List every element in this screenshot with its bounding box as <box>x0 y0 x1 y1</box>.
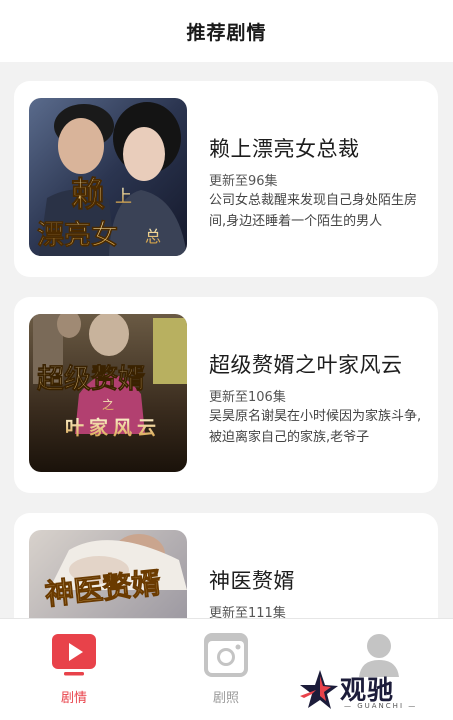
tab-stills[interactable]: 剧照 <box>186 631 266 711</box>
tab-drama[interactable]: 剧情 <box>34 631 114 711</box>
poster-title-text: 超级赘婿 <box>37 363 145 395</box>
watermark-subtext: — GUANCHI — <box>344 702 418 710</box>
page-title: 推荐剧情 <box>186 21 267 44</box>
drama-poster[interactable]: 赖 上 漂亮女 总 <box>29 98 187 256</box>
episode-count: 更新至111集 <box>209 606 286 618</box>
drama-card[interactable]: 赖 上 漂亮女 总 赖上漂亮女总裁 更新至96集 公司女总裁醒来发现自己身处陌生… <box>14 81 438 277</box>
svg-text:上: 上 <box>115 187 132 207</box>
drama-card[interactable]: 神医赘婿 神医赘婿 更新至111集 <box>14 513 438 618</box>
watermark-logo: 观驰 — GUANCHI — <box>298 668 418 714</box>
tab-label: 剧照 <box>212 691 239 706</box>
drama-title[interactable]: 神医赘婿 <box>209 565 295 595</box>
camera-icon <box>204 633 248 677</box>
drama-title[interactable]: 赖上漂亮女总裁 <box>209 133 360 163</box>
poster-title-text: 赖 <box>71 175 105 215</box>
drama-poster[interactable]: 超级赘婿 之 叶家风云 <box>29 314 187 472</box>
drama-title[interactable]: 超级赘婿之叶家风云 <box>209 349 403 379</box>
drama-description: 公司女总裁醒来发现自己身处陌生房间,身边还睡着一个陌生的男人 <box>209 193 418 229</box>
svg-text:总: 总 <box>145 227 161 246</box>
svg-text:漂亮女: 漂亮女 <box>37 219 118 251</box>
svg-text:之: 之 <box>102 398 114 412</box>
drama-poster[interactable]: 神医赘婿 <box>29 530 187 618</box>
star-logo-icon <box>300 670 338 709</box>
drama-list[interactable]: 赖 上 漂亮女 总 赖上漂亮女总裁 更新至96集 公司女总裁醒来发现自己身处陌生… <box>0 62 453 618</box>
poster-image: 赖 上 漂亮女 总 <box>29 98 187 256</box>
top-bar: 推荐剧情 <box>0 0 453 62</box>
poster-image: 超级赘婿 之 叶家风云 <box>29 314 187 472</box>
svg-text:叶家风云: 叶家风云 <box>65 416 161 439</box>
episode-count: 更新至96集 <box>209 174 278 189</box>
drama-description: 吴昊原名谢昊在小时候因为家族斗争,被迫离家自己的家族,老爷子 <box>209 409 422 445</box>
episode-count: 更新至106集 <box>209 390 286 405</box>
tab-label: 剧情 <box>60 691 87 706</box>
play-icon <box>52 634 96 676</box>
poster-image: 神医赘婿 <box>29 530 187 618</box>
drama-card[interactable]: 超级赘婿 之 叶家风云 超级赘婿之叶家风云 更新至106集 吴昊原名谢昊在小时候… <box>14 297 438 493</box>
